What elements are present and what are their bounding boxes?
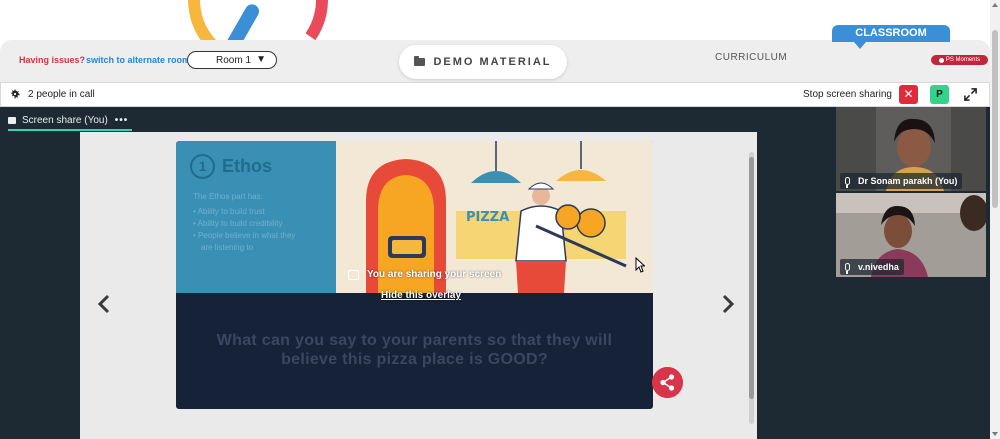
slide-bullet: People believe in what they bbox=[193, 230, 295, 242]
chevron-left-icon[interactable] bbox=[97, 294, 111, 314]
participant-name: v.nivedha bbox=[858, 262, 899, 272]
scroll-down-icon[interactable] bbox=[992, 432, 998, 436]
more-options-icon[interactable]: ••• bbox=[115, 115, 129, 126]
overlay-message: You are sharing your screen bbox=[367, 269, 502, 280]
pointer-button[interactable]: P bbox=[930, 85, 949, 104]
participant-name: Dr Sonam parakh (You) bbox=[858, 176, 958, 186]
folder-icon bbox=[414, 56, 426, 66]
participant-name-badge: Dr Sonam parakh (You) bbox=[840, 173, 963, 189]
room-select-value: Room 1 bbox=[216, 54, 252, 66]
share-icon[interactable] bbox=[652, 367, 683, 398]
slide-bullet: Ability to build credibility bbox=[193, 218, 295, 230]
microphone-icon bbox=[845, 177, 850, 188]
call-bar: 2 people in call Stop screen sharing ✕ P bbox=[0, 82, 990, 107]
screen-share-tab[interactable]: Screen share (You) ••• bbox=[8, 111, 133, 131]
demo-material-button[interactable]: DEMO MATERIAL bbox=[399, 45, 567, 79]
switch-room-link[interactable]: switch to alternate room bbox=[86, 55, 190, 65]
record-dot-icon bbox=[938, 57, 944, 63]
app-window: CLASSROOM Having issues? switch to alter… bbox=[0, 0, 1000, 439]
slide-bullet: are listening to bbox=[201, 243, 254, 252]
gear-icon[interactable] bbox=[9, 88, 21, 100]
stop-sharing-label: Stop screen sharing bbox=[803, 89, 892, 100]
participant-tile[interactable]: Dr Sonam parakh (You) bbox=[836, 107, 986, 191]
ps-moments-badge[interactable]: PS Moments bbox=[931, 55, 988, 65]
screen-icon bbox=[8, 116, 16, 124]
curriculum-tab[interactable]: CURRICULUM bbox=[715, 52, 787, 63]
chevron-right-icon[interactable] bbox=[721, 294, 735, 314]
caret-down-icon: ▼ bbox=[256, 54, 266, 65]
page-scrollbar[interactable] bbox=[990, 0, 1000, 439]
pizza-sign-text: PIZZA bbox=[466, 210, 509, 225]
participant-tile[interactable]: v.nivedha bbox=[836, 193, 986, 277]
stop-sharing-button[interactable]: ✕ bbox=[899, 85, 918, 104]
slide-bullet: Ability to build trust bbox=[193, 206, 295, 218]
room-select[interactable]: Room 1 ▼ bbox=[187, 51, 277, 69]
overlay-message-row: You are sharing your screen bbox=[348, 269, 501, 280]
video-stage: Screen share (You) ••• 1 Ethos The Ethos… bbox=[0, 107, 990, 439]
hide-overlay-link[interactable]: Hide this overlay bbox=[381, 290, 461, 301]
participant-name-badge: v.nivedha bbox=[840, 259, 904, 275]
fullscreen-icon[interactable] bbox=[963, 87, 978, 102]
page-scroll-thumb[interactable] bbox=[992, 30, 998, 208]
microphone-icon bbox=[845, 263, 850, 274]
slide-intro: The Ethos part has: bbox=[193, 192, 263, 201]
demo-material-label: DEMO MATERIAL bbox=[433, 56, 552, 68]
slide-bullets: Ability to build trust Ability to build … bbox=[193, 206, 296, 254]
slide-text-panel: 1 Ethos The Ethos part has: Ability to b… bbox=[176, 141, 336, 293]
ps-moments-label: PS Moments bbox=[945, 57, 981, 63]
slide-question: What can you say to your parents so that… bbox=[216, 332, 613, 368]
slide-title: Ethos bbox=[222, 156, 273, 176]
mouse-cursor-icon bbox=[635, 257, 645, 273]
scroll-up-icon[interactable] bbox=[992, 3, 998, 7]
classroom-tab[interactable]: CLASSROOM bbox=[832, 25, 950, 49]
issues-label: Having issues? bbox=[19, 55, 86, 65]
screen-share-tab-label: Screen share (You) bbox=[22, 114, 108, 126]
upload-screen-icon bbox=[348, 269, 359, 280]
slide-scrollbar[interactable] bbox=[749, 157, 754, 399]
people-count: 2 people in call bbox=[28, 89, 95, 100]
close-icon: ✕ bbox=[903, 87, 914, 101]
sharing-overlay: You are sharing your screen Hide this ov… bbox=[348, 269, 508, 309]
slide-number: 1 bbox=[190, 154, 215, 179]
